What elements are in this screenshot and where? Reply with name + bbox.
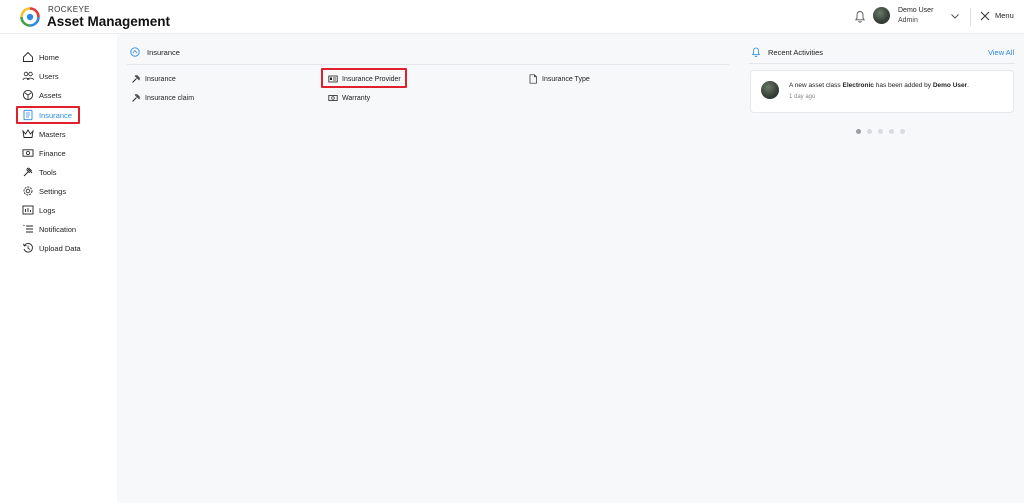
rockeye-logo-icon bbox=[20, 7, 40, 27]
upload-history-icon bbox=[23, 243, 33, 253]
link-warranty[interactable]: Warranty bbox=[328, 93, 370, 103]
brand-company: ROCKEYE bbox=[48, 5, 90, 14]
cash-icon bbox=[22, 149, 34, 157]
activity-text: A new asset class Electronic has been ad… bbox=[789, 82, 969, 89]
link-insurance-claim[interactable]: Insurance claim bbox=[131, 93, 194, 103]
gear-icon bbox=[23, 186, 33, 196]
activities-divider bbox=[749, 63, 1015, 64]
sidebar-item-label: Tools bbox=[39, 167, 57, 177]
sidebar-item-upload-data[interactable]: Upload Data bbox=[22, 240, 81, 256]
sidebar-item-masters[interactable]: Masters bbox=[22, 126, 66, 142]
carousel-dot[interactable] bbox=[900, 129, 905, 134]
notification-list-icon bbox=[23, 224, 33, 233]
link-insurance-type[interactable]: Insurance Type bbox=[528, 74, 590, 84]
sidebar-item-label: Assets bbox=[39, 90, 62, 100]
recent-activities-title: Recent Activities bbox=[751, 47, 823, 57]
app-title: Asset Management bbox=[47, 14, 171, 29]
sidebar-item-users[interactable]: Users bbox=[22, 68, 59, 84]
insurance-highlight-box bbox=[16, 106, 80, 124]
activity-card[interactable]: A new asset class Electronic has been ad… bbox=[750, 70, 1014, 113]
header-divider bbox=[970, 8, 971, 26]
sidebar: Home Users Assets Insurance Masters Fina… bbox=[0, 34, 117, 503]
panel-divider bbox=[127, 64, 729, 65]
sidebar-item-label: Masters bbox=[39, 129, 66, 139]
sidebar-item-home[interactable]: Home bbox=[22, 49, 59, 65]
cash-icon bbox=[328, 95, 338, 101]
chevron-down-icon[interactable] bbox=[950, 12, 960, 20]
menu-button[interactable]: Menu bbox=[995, 11, 1014, 20]
view-all-link[interactable]: View All bbox=[988, 48, 1014, 57]
tools-icon bbox=[23, 167, 33, 177]
sidebar-item-label: Notification bbox=[39, 224, 77, 234]
sidebar-item-assets[interactable]: Assets bbox=[22, 87, 62, 103]
user-name[interactable]: Demo User bbox=[898, 7, 933, 14]
bell-icon bbox=[751, 47, 761, 57]
link-insurance[interactable]: Insurance bbox=[131, 74, 176, 84]
sidebar-item-logs[interactable]: Logs bbox=[22, 202, 55, 218]
sidebar-item-finance[interactable]: Finance bbox=[22, 145, 66, 161]
sidebar-item-label: Upload Data bbox=[39, 243, 81, 253]
user-role: Admin bbox=[898, 17, 918, 24]
carousel-dot[interactable] bbox=[856, 129, 861, 134]
hammer-icon bbox=[132, 74, 141, 83]
sidebar-item-label: Users bbox=[39, 71, 59, 81]
assets-icon bbox=[22, 89, 34, 101]
sidebar-item-tools[interactable]: Tools bbox=[22, 164, 57, 180]
user-avatar[interactable] bbox=[873, 7, 890, 24]
document-icon bbox=[529, 74, 537, 84]
sidebar-item-settings[interactable]: Settings bbox=[22, 183, 66, 199]
sidebar-item-label: Logs bbox=[39, 205, 56, 215]
insurance-panel-title: Insurance bbox=[130, 47, 180, 57]
users-icon bbox=[22, 71, 34, 81]
hammer-icon bbox=[132, 93, 141, 102]
home-icon bbox=[23, 51, 33, 62]
sidebar-item-label: Home bbox=[39, 52, 60, 62]
crown-icon bbox=[22, 129, 34, 138]
carousel-dot[interactable] bbox=[867, 129, 872, 134]
notification-bell-icon[interactable] bbox=[854, 10, 866, 23]
carousel-dot[interactable] bbox=[878, 129, 883, 134]
insurance-provider-highlight-box bbox=[321, 68, 407, 88]
sidebar-item-notification[interactable]: Notification bbox=[22, 221, 76, 237]
sidebar-item-label: Settings bbox=[39, 186, 67, 196]
carousel-dot[interactable] bbox=[889, 129, 894, 134]
sidebar-item-label: Finance bbox=[39, 148, 66, 158]
close-icon[interactable] bbox=[980, 11, 990, 21]
logs-icon bbox=[22, 205, 34, 215]
top-bar: ROCKEYE Asset Management Demo User Admin… bbox=[0, 0, 1024, 34]
activity-avatar bbox=[761, 81, 779, 99]
carousel-dots bbox=[856, 129, 905, 134]
home-outline-icon bbox=[130, 47, 140, 57]
activity-time: 1 day ago bbox=[789, 94, 816, 100]
